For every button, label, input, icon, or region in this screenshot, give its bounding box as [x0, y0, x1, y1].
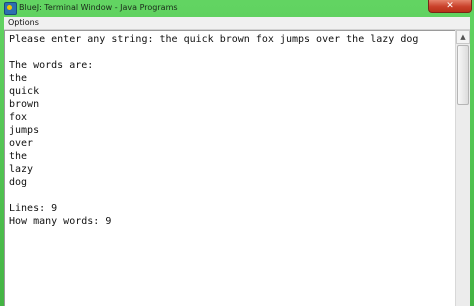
terminal-output[interactable]: Please enter any string: the quick brown…: [4, 30, 455, 306]
close-button[interactable]: ✕: [428, 0, 472, 13]
terminal-window: BlueJ: Terminal Window - Java Programs ✕…: [0, 0, 474, 306]
terminal-line: Please enter any string: the quick brown…: [9, 34, 419, 45]
terminal-line: The words are:: [9, 60, 94, 71]
bluej-icon: [4, 2, 17, 15]
terminal-line: fox: [9, 112, 28, 123]
title-bar[interactable]: BlueJ: Terminal Window - Java Programs ✕: [0, 0, 474, 17]
terminal-line: How many words: 9: [9, 216, 112, 227]
scroll-up-icon[interactable]: ▲: [456, 30, 470, 44]
menu-options[interactable]: Options: [8, 17, 39, 29]
scroll-thumb[interactable]: [457, 45, 469, 105]
terminal-line: lazy: [9, 164, 34, 175]
terminal-line: quick: [9, 86, 40, 97]
terminal-line: the: [9, 73, 28, 84]
terminal-line: dog: [9, 177, 28, 188]
terminal-line: brown: [9, 99, 40, 110]
window-title: BlueJ: Terminal Window - Java Programs: [19, 3, 178, 12]
terminal-line: over: [9, 138, 34, 149]
terminal-line: Lines: 9: [9, 203, 58, 214]
terminal-line: jumps: [9, 125, 40, 136]
vertical-scrollbar[interactable]: ▲: [455, 30, 470, 306]
terminal-line: the: [9, 151, 28, 162]
menu-bar: Options: [4, 17, 470, 30]
